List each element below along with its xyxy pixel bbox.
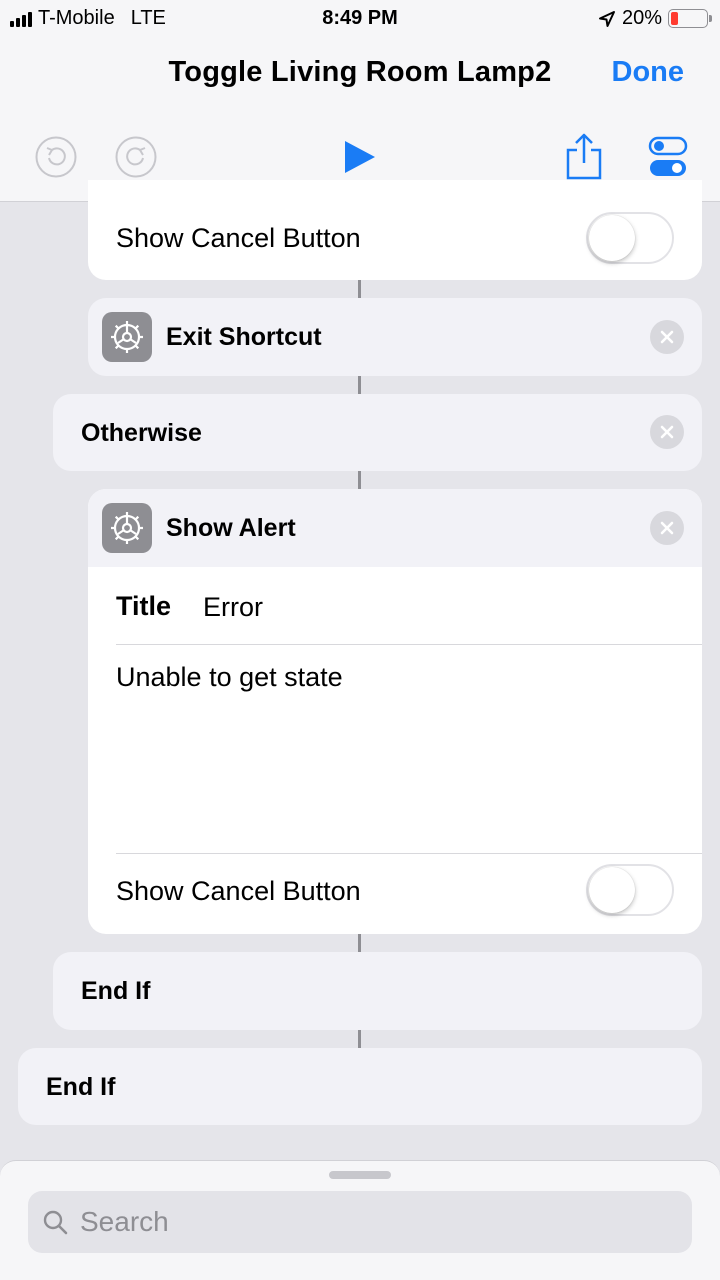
sheet-grabber[interactable] xyxy=(329,1171,391,1179)
divider xyxy=(116,644,702,645)
close-icon xyxy=(660,521,674,535)
flow-connector xyxy=(358,471,361,489)
gear-icon xyxy=(102,503,152,553)
exit-shortcut-action[interactable]: Exit Shortcut xyxy=(88,298,702,376)
share-icon xyxy=(566,133,602,180)
title-field-label: Title xyxy=(116,591,172,621)
search-icon xyxy=(43,1210,68,1235)
alert-message-input[interactable]: Unable to get state xyxy=(116,662,676,842)
flow-connector xyxy=(358,376,361,394)
settings-toggle-icon xyxy=(648,136,688,176)
flow-connector xyxy=(358,934,361,952)
status-right: 20% xyxy=(598,7,712,30)
battery-percent: 20% xyxy=(621,7,662,29)
remove-action-button[interactable] xyxy=(650,320,684,354)
action-title: Exit Shortcut xyxy=(166,323,322,351)
status-bar: T-Mobile LTE 8:49 PM 20% xyxy=(0,0,720,38)
remove-action-button[interactable] xyxy=(650,511,684,545)
action-search-sheet: Search xyxy=(0,1160,720,1280)
alert-action-card: Show Cancel Button xyxy=(88,180,702,280)
action-title: Show Alert xyxy=(166,514,296,542)
flow-connector xyxy=(358,1030,361,1048)
share-button[interactable] xyxy=(564,132,604,187)
show-cancel-toggle[interactable] xyxy=(586,864,674,916)
end-if-block[interactable]: End If xyxy=(53,952,702,1030)
show-alert-action: Show Alert Title Error Unable to get sta… xyxy=(88,489,702,934)
remove-action-button[interactable] xyxy=(650,415,684,449)
done-button[interactable]: Done xyxy=(612,56,685,89)
settings-button[interactable] xyxy=(648,136,688,183)
undo-button[interactable] xyxy=(35,136,77,183)
end-if-block[interactable]: End If xyxy=(18,1048,702,1125)
show-cancel-toggle[interactable] xyxy=(586,212,674,264)
divider xyxy=(116,853,702,854)
block-title: End If xyxy=(81,977,151,1005)
search-input[interactable]: Search xyxy=(28,1191,692,1253)
redo-icon xyxy=(115,136,157,178)
close-icon xyxy=(660,425,674,439)
show-cancel-label: Show Cancel Button xyxy=(116,223,361,253)
location-arrow-icon xyxy=(598,10,615,27)
play-icon xyxy=(345,141,375,173)
undo-icon xyxy=(35,136,77,178)
redo-button[interactable] xyxy=(115,136,157,183)
navigation-bar: Toggle Living Room Lamp2 Done xyxy=(0,38,720,202)
gear-icon xyxy=(102,312,152,362)
close-icon xyxy=(660,330,674,344)
search-placeholder: Search xyxy=(80,1206,169,1237)
block-title: Otherwise xyxy=(81,419,202,447)
title-field-input[interactable]: Error xyxy=(203,592,263,623)
otherwise-block[interactable]: Otherwise xyxy=(53,394,702,471)
show-cancel-label: Show Cancel Button xyxy=(116,876,361,906)
battery-icon xyxy=(668,9,712,28)
block-title: End If xyxy=(46,1073,116,1101)
run-button[interactable] xyxy=(343,139,377,180)
action-header[interactable]: Show Alert xyxy=(88,489,702,567)
flow-connector xyxy=(358,280,361,298)
